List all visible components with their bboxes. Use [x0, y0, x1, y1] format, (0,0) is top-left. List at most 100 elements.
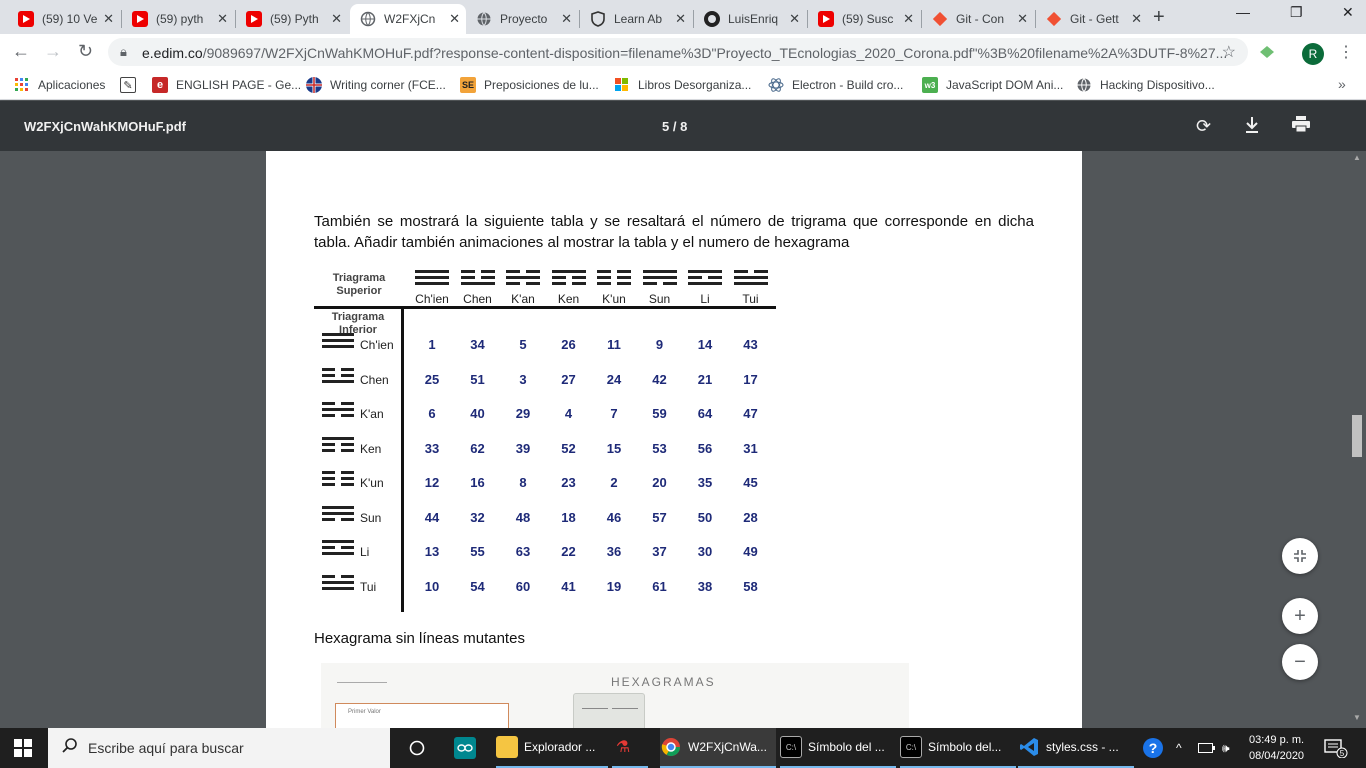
new-tab-icon[interactable]: + [1153, 6, 1165, 29]
browser-tab[interactable]: Git - Gett ✕ [1036, 4, 1148, 34]
trigram-symbol-icon [322, 471, 354, 491]
close-tab-icon[interactable]: ✕ [561, 11, 572, 27]
hexagram-number-cell: 26 [561, 337, 576, 352]
taskbar-app[interactable]: ⚗ [612, 728, 648, 768]
url-text[interactable]: e.edim.co/9089697/W2FXjCnWahKMOHuF.pdf?r… [142, 45, 1227, 61]
scroll-down-icon[interactable]: ▼ [1353, 713, 1361, 722]
volume-icon[interactable]: 🕪︎ [1222, 728, 1230, 768]
bookmark-label: ENGLISH PAGE - Ge... [176, 78, 302, 92]
notification-center-icon[interactable]: 5 [1324, 728, 1348, 768]
help-icon[interactable]: ? [1142, 728, 1164, 768]
battery-icon[interactable] [1198, 728, 1216, 768]
hexagram-number-cell: 40 [470, 406, 485, 421]
hexagram-number-cell: 33 [424, 440, 440, 456]
taskbar-search[interactable]: Escribe aquí para buscar [48, 728, 390, 768]
taskbar-chrome[interactable]: W2FXjCnWa... [660, 728, 776, 768]
back-arrow-icon[interactable]: ← [12, 41, 30, 62]
browser-tab[interactable]: Learn Ab ✕ [580, 4, 692, 34]
close-tab-icon[interactable]: ✕ [903, 11, 914, 27]
print-icon[interactable] [1292, 116, 1310, 137]
hexagram-number-cell: 62 [470, 440, 485, 456]
scroll-up-icon[interactable]: ▲ [1353, 153, 1361, 162]
browser-tab[interactable]: LuisEnriq ✕ [694, 4, 806, 34]
taskbar-task-view[interactable] [406, 728, 434, 768]
fit-page-button[interactable] [1282, 538, 1318, 574]
pdf-viewer[interactable]: También se mostrará la siguiente tabla y… [0, 151, 1366, 728]
lock-icon: 🔒︎ [120, 44, 127, 59]
zoom-out-button[interactable]: − [1282, 644, 1318, 680]
taskbar-terminal[interactable]: C:\ Símbolo del ... [780, 728, 896, 768]
taskbar-file-explorer[interactable]: Explorador ... [496, 728, 608, 768]
close-tab-icon[interactable]: ✕ [1017, 11, 1028, 27]
browser-tab[interactable]: (59) Susc ✕ [808, 4, 920, 34]
hexagram-number-cell: 27 [561, 371, 576, 387]
hexagram-number-cell: 22 [561, 544, 576, 559]
bookmark-apps[interactable]: Aplicaciones [14, 77, 105, 93]
trigram-table: Triagrama Superior Triagrama Inferior Ch… [314, 266, 776, 612]
close-tab-icon[interactable]: ✕ [449, 11, 460, 27]
bookmark-item[interactable]: SE Preposiciones de lu... [460, 77, 599, 93]
taskbar-label: styles.css - ... [1046, 740, 1119, 754]
show-hidden-icons-icon[interactable]: ^ [1176, 728, 1182, 768]
browser-tab[interactable]: Git - Con ✕ [922, 4, 1034, 34]
hexagram-number-cell: 24 [606, 371, 622, 387]
close-tab-icon[interactable]: ✕ [217, 11, 228, 27]
bookmark-item[interactable]: Writing corner (FCE... [306, 77, 446, 93]
svg-text:5: 5 [1340, 749, 1345, 758]
zoom-in-button[interactable]: + [1282, 598, 1318, 634]
browser-tab[interactable]: (59) Pyth ✕ [236, 4, 348, 34]
browser-tab[interactable]: (59) pyth ✕ [122, 4, 234, 34]
rotate-icon[interactable]: ⟳ [1196, 116, 1211, 137]
hexagram-number-cell: 47 [743, 406, 758, 421]
taskbar-vscode[interactable]: styles.css - ... [1018, 728, 1134, 768]
pdf-toolbar: W2FXjCnWahKMOHuF.pdf 5 / 8 ⟳ [0, 101, 1366, 151]
hexagram-number-cell: 28 [743, 509, 758, 525]
taskbar-label: W2FXjCnWa... [688, 740, 767, 754]
hexagram-number-cell: 36 [606, 544, 622, 559]
close-tab-icon[interactable]: ✕ [789, 11, 800, 27]
tab-title: (59) 10 Ve [42, 12, 98, 26]
extension-icon[interactable] [1258, 44, 1276, 60]
bookmark-item[interactable]: w3 JavaScript DOM Ani... [922, 77, 1063, 93]
hexagram-number-cell: 8 [519, 475, 527, 490]
pdf-page-indicator[interactable]: 5 / 8 [662, 119, 687, 134]
figure-divider [337, 682, 387, 683]
close-tab-icon[interactable]: ✕ [331, 11, 342, 27]
bookmark-item[interactable]: ✎ [120, 77, 144, 93]
hexagram-number-cell: 17 [743, 371, 758, 387]
taskbar-terminal[interactable]: C:\ Símbolo del... [900, 728, 1016, 768]
more-menu-icon[interactable]: ⋮ [1338, 42, 1354, 62]
tab-title: Git - Con [956, 12, 1005, 26]
close-tab-icon[interactable]: ✕ [1131, 11, 1142, 27]
reload-icon[interactable]: ↻ [78, 41, 93, 62]
scrollbar-thumb[interactable] [1352, 415, 1362, 457]
system-clock[interactable]: 03:49 p. m. 08/04/2020 [1249, 732, 1304, 764]
close-tab-icon[interactable]: ✕ [675, 11, 686, 27]
windows-start-icon[interactable] [14, 739, 32, 757]
se-icon: SE [460, 77, 476, 93]
url-host: e.edim.co [142, 45, 203, 61]
bookmark-star-icon[interactable]: ☆ [1222, 42, 1236, 62]
browser-tab-active[interactable]: W2FXjCn ✕ [350, 4, 466, 34]
taskbar-arduino[interactable] [454, 728, 482, 768]
download-icon[interactable] [1244, 116, 1260, 139]
trigram-symbol-icon [597, 270, 631, 290]
address-bar[interactable]: 🔒︎ e.edim.co/9089697/W2FXjCnWahKMOHuF.pd… [108, 38, 1248, 66]
bookmarks-overflow-icon[interactable]: » [1338, 76, 1346, 92]
close-window-icon[interactable]: ✕ [1342, 4, 1354, 21]
bookmark-item[interactable]: e ENGLISH PAGE - Ge... [152, 77, 301, 93]
profile-avatar[interactable]: R [1302, 43, 1324, 65]
bookmark-label: Electron - Build cro... [792, 78, 904, 92]
bookmark-item[interactable]: Libros Desorganiza... [614, 77, 751, 93]
close-tab-icon[interactable]: ✕ [103, 11, 114, 27]
browser-tab[interactable]: Proyecto ✕ [466, 4, 578, 34]
bookmark-item[interactable]: Electron - Build cro... [768, 77, 903, 93]
minimize-icon[interactable]: — [1236, 4, 1250, 20]
bookmark-item[interactable]: Hacking Dispositivo... [1076, 77, 1215, 93]
browser-tab[interactable]: (59) 10 Ve ✕ [8, 4, 120, 34]
restore-icon[interactable]: ❐ [1290, 4, 1303, 21]
hexagram-number-cell: 11 [607, 337, 621, 352]
header-superior: Triagrama Superior [332, 272, 386, 297]
git-icon [1046, 11, 1062, 27]
forward-arrow-icon[interactable]: → [44, 41, 62, 62]
